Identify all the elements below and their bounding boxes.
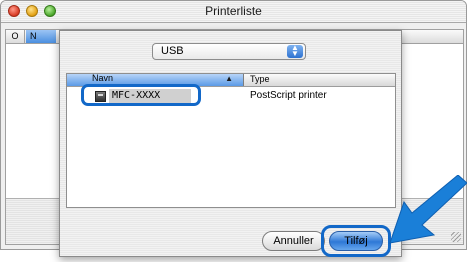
column-header-type[interactable]: Type	[250, 74, 270, 84]
connection-type-popup[interactable]: USB ▲ ▼	[152, 43, 306, 60]
connection-type-value: USB	[161, 45, 184, 57]
popup-arrows-icon: ▲ ▼	[287, 44, 303, 58]
cancel-button[interactable]: Annuller	[262, 231, 325, 251]
add-button-highlight	[321, 225, 391, 257]
printer-type: PostScript printer	[250, 90, 327, 101]
add-printer-sheet: USB ▲ ▼ Navn ▲ Type MFC-XXXX PostScript p…	[59, 30, 402, 257]
printer-browser-list: Navn ▲ Type MFC-XXXX PostScript printer	[66, 73, 396, 208]
printer-row-highlight	[81, 84, 201, 106]
background-column-name[interactable]: N	[26, 30, 56, 43]
title-bar[interactable]: Printerliste	[1, 1, 466, 23]
background-column-status[interactable]: O	[6, 30, 25, 43]
callout-arrow-icon	[389, 175, 467, 244]
window-title: Printerliste	[205, 4, 262, 18]
sort-arrow-icon: ▲	[225, 74, 233, 83]
column-header-name-label: Navn	[92, 73, 114, 83]
